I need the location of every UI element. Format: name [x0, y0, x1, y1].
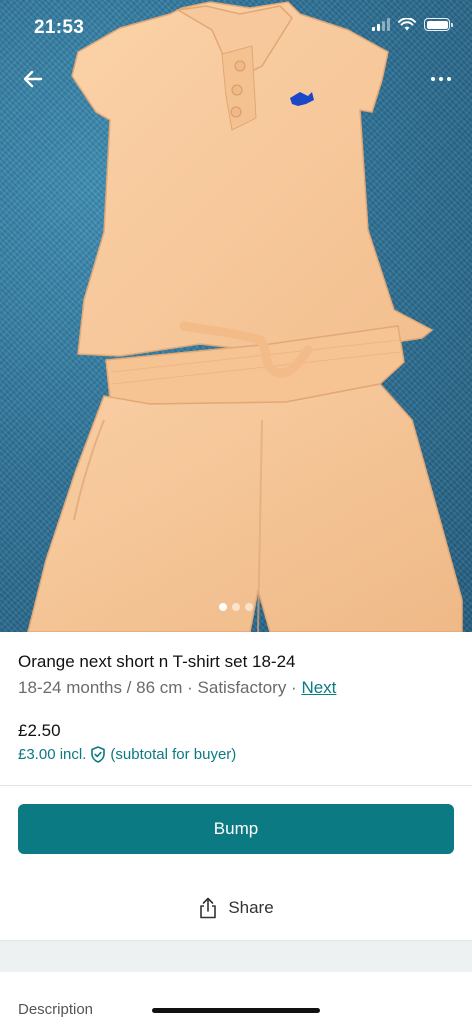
status-bar: 21:53 — [0, 0, 472, 56]
share-icon — [200, 897, 217, 919]
page-dot[interactable] — [245, 603, 253, 611]
share-label: Share — [228, 898, 274, 917]
page-dot[interactable] — [232, 603, 240, 611]
home-indicator[interactable] — [152, 1008, 320, 1013]
more-options-button[interactable] — [424, 66, 458, 92]
battery-icon — [424, 18, 453, 31]
page-dot[interactable] — [219, 603, 227, 611]
buyer-price: £3.00 incl. — [18, 746, 87, 763]
section-separator — [0, 940, 472, 972]
more-icon — [431, 77, 435, 81]
back-arrow-icon — [23, 70, 43, 88]
buyer-price-info[interactable]: £3.00 incl. (subtotal for buyer) — [18, 746, 236, 763]
brand-link[interactable]: Next — [301, 678, 336, 697]
listing-photo[interactable]: 21:53 — [0, 0, 472, 632]
buyer-price-note: (subtotal for buyer) — [110, 746, 237, 763]
photo-pagination[interactable] — [0, 603, 472, 611]
shield-check-icon — [91, 746, 106, 763]
listing-meta: 18-24 months / 86 cm · Satisfactory · Ne… — [18, 678, 336, 698]
description-heading: Description — [18, 1001, 94, 1018]
share-button[interactable]: Share — [0, 888, 472, 928]
signal-icon — [372, 18, 390, 31]
listing-price: £2.50 — [18, 721, 61, 740]
divider — [0, 785, 472, 786]
status-time: 21:53 — [34, 17, 85, 38]
wifi-icon — [398, 18, 416, 31]
garment-image — [27, 1, 463, 632]
listing-size-condition: 18-24 months / 86 cm · Satisfactory · — [18, 678, 302, 697]
listing-title: Orange next short n T-shirt set 18-24 — [18, 652, 296, 671]
back-button[interactable] — [16, 62, 50, 96]
bump-button[interactable]: Bump — [18, 804, 454, 854]
status-icons — [372, 18, 453, 31]
